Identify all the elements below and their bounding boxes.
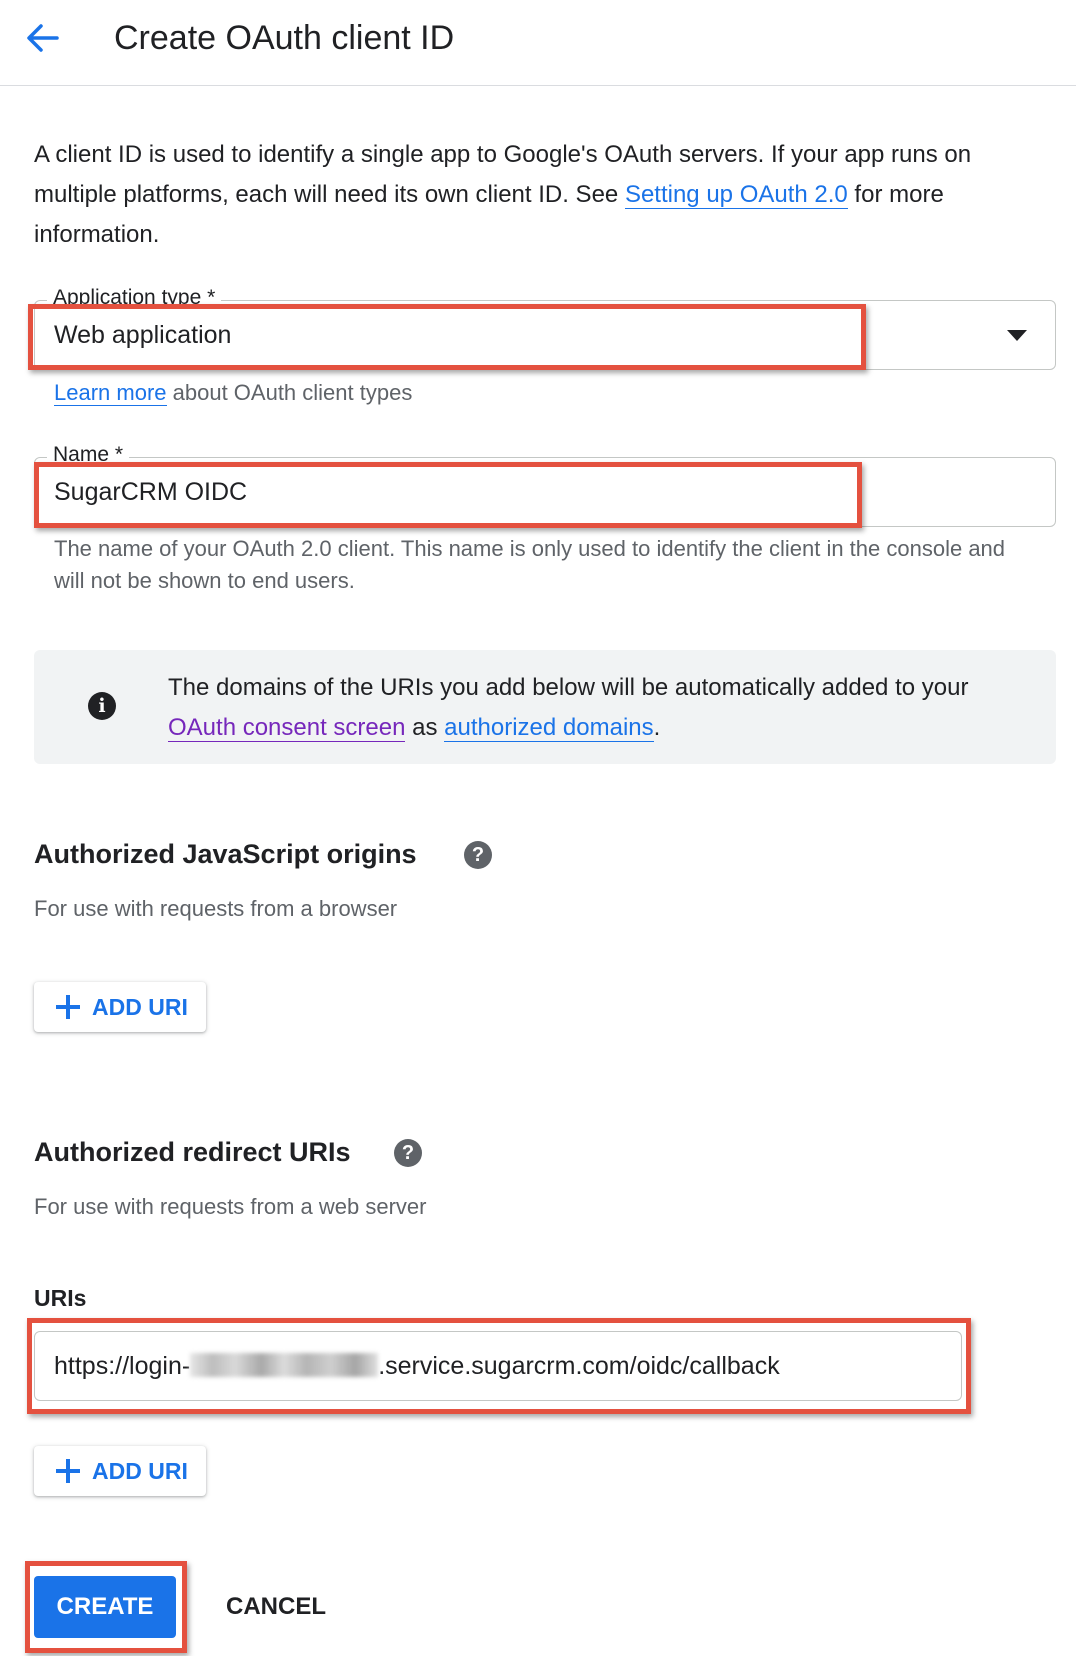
info-text-after: . — [653, 714, 661, 741]
application-type-value: Web application — [54, 321, 232, 349]
cancel-button[interactable]: CANCEL — [206, 1576, 346, 1638]
info-banner: i The domains of the URIs you add below … — [34, 650, 1056, 764]
add-js-origin-uri-label: ADD URI — [92, 993, 188, 1020]
application-type-select[interactable]: Application type * Web application — [34, 284, 1056, 370]
info-icon: i — [88, 692, 116, 720]
add-redirect-uri-label: ADD URI — [92, 1457, 188, 1484]
name-value: SugarCRM OIDC — [54, 478, 248, 506]
js-origins-subtitle: For use with requests from a browser — [34, 896, 398, 921]
redirect-uri-value: https://login- .service.sugarcrm.com/oidc… — [54, 1350, 780, 1382]
page-header: Create OAuth client ID — [0, 0, 1076, 86]
setting-up-oauth-link[interactable]: Setting up OAuth 2.0 — [624, 181, 848, 209]
application-type-label: Application type * — [47, 284, 222, 312]
redacted-region — [190, 1353, 379, 1377]
name-helper: The name of your OAuth 2.0 client. This … — [54, 536, 1006, 593]
application-type-helper-text: about OAuth client types — [166, 380, 413, 405]
help-icon-js-origins[interactable]: ? — [464, 841, 492, 869]
info-banner-text: The domains of the URIs you add below wi… — [168, 668, 1028, 748]
plus-icon — [54, 1457, 82, 1485]
page-title: Create OAuth client ID — [114, 19, 455, 57]
name-label: Name * — [47, 441, 130, 469]
add-js-origin-uri-button[interactable]: ADD URI — [34, 982, 206, 1032]
application-type-helper: Learn more about OAuth client types — [54, 377, 412, 409]
redirect-uri-suffix: .service.sugarcrm.com/oidc/callback — [378, 1352, 780, 1380]
info-text-before: The domains of the URIs you add below wi… — [168, 674, 969, 701]
plus-icon — [54, 993, 82, 1021]
create-button[interactable]: CREATE — [34, 1576, 176, 1638]
redirect-uris-title: Authorized redirect URIs — [34, 1137, 351, 1167]
js-origins-title: Authorized JavaScript origins — [34, 839, 417, 869]
help-icon-redirect-uris[interactable]: ? — [394, 1139, 422, 1167]
intro-text: A client ID is used to identify a single… — [34, 135, 1044, 255]
name-field[interactable]: Name * SugarCRM OIDC — [34, 441, 1056, 527]
caret-down-icon — [1007, 330, 1027, 341]
learn-more-link[interactable]: Learn more — [54, 380, 167, 406]
uris-label: URIs — [34, 1285, 87, 1311]
arrow-back-icon — [27, 24, 59, 52]
info-text-middle: as — [405, 714, 445, 741]
authorized-domains-link[interactable]: authorized domains — [444, 714, 654, 742]
redirect-uri-input[interactable]: https://login- .service.sugarcrm.com/oidc… — [34, 1331, 962, 1401]
redirect-uri-prefix: https://login- — [54, 1352, 191, 1380]
add-redirect-uri-button[interactable]: ADD URI — [34, 1446, 206, 1496]
redirect-uris-subtitle: For use with requests from a web server — [34, 1194, 427, 1219]
oauth-consent-screen-link[interactable]: OAuth consent screen — [168, 714, 406, 742]
back-button[interactable] — [18, 18, 66, 58]
